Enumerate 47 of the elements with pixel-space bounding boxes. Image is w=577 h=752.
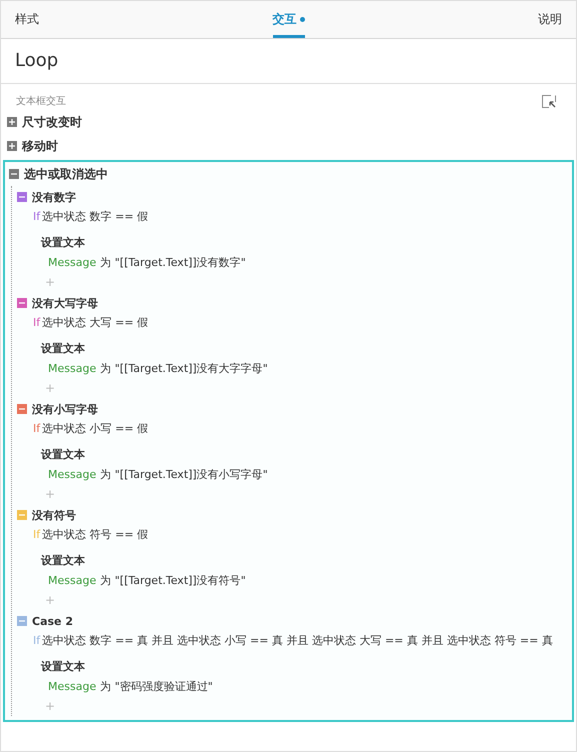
target-name: Message — [48, 361, 96, 377]
if-keyword: If — [33, 209, 40, 225]
action-detail: 为 "[[Target.Text]]没有符号" — [100, 573, 246, 589]
case-name[interactable]: 没有符号 — [32, 508, 76, 522]
tab[interactable]: 说明 — [538, 1, 562, 38]
condition-text: 选中状态 大写 == 假 — [42, 315, 148, 331]
if-keyword: If — [33, 527, 40, 543]
action-detail: 为 "[[Target.Text]]没有数字" — [100, 255, 246, 271]
tab[interactable]: 样式 — [15, 1, 39, 38]
expand-icon[interactable] — [7, 141, 17, 151]
action-title[interactable]: 设置文本 — [17, 340, 572, 358]
action-detail: 为 "[[Target.Text]]没有小写字母" — [100, 467, 268, 483]
collapse-icon[interactable] — [17, 192, 27, 202]
collapse-icon[interactable] — [17, 404, 27, 414]
event-label[interactable]: 选中或取消选中 — [24, 166, 108, 182]
action-title[interactable]: 设置文本 — [17, 552, 572, 570]
event-label[interactable]: 移动时 — [22, 138, 58, 154]
action-title[interactable]: 设置文本 — [17, 446, 572, 464]
condition-text: 选中状态 数字 == 假 — [42, 209, 148, 225]
if-keyword: If — [33, 315, 40, 331]
section-label: 文本框交互 — [16, 94, 66, 108]
action-title[interactable]: 设置文本 — [17, 234, 572, 252]
condition-text: 选中状态 符号 == 假 — [42, 527, 148, 543]
expand-icon[interactable] — [7, 117, 17, 127]
target-name: Message — [48, 255, 96, 271]
if-keyword: If — [33, 421, 40, 437]
collapse-icon[interactable] — [17, 616, 27, 626]
action-detail: 为 "密码强度验证通过" — [100, 679, 213, 695]
event-label[interactable]: 尺寸改变时 — [22, 114, 82, 130]
widget-name: Loop — [1, 39, 576, 84]
condition-text: 选中状态 小写 == 假 — [42, 421, 148, 437]
case-name[interactable]: 没有数字 — [32, 190, 76, 204]
collapse-icon[interactable] — [9, 169, 19, 179]
case-name[interactable]: Case 2 — [32, 614, 73, 628]
expand-all-icon[interactable] — [542, 94, 556, 108]
target-name: Message — [48, 573, 96, 589]
target-name: Message — [48, 679, 96, 695]
condition-text: 选中状态 数字 == 真 并且 选中状态 小写 == 真 并且 选中状态 大写 == 真 并且 选中状态 符号 == 真 — [42, 633, 553, 649]
target-name: Message — [48, 467, 96, 483]
event-row[interactable]: 尺寸改变时 — [1, 110, 576, 134]
if-keyword: If — [33, 633, 40, 649]
action-title[interactable]: 设置文本 — [17, 658, 572, 676]
case-name[interactable]: 没有小写字母 — [32, 402, 98, 416]
action-detail: 为 "[[Target.Text]]没有大字字母" — [100, 361, 268, 377]
collapse-icon[interactable] — [17, 298, 27, 308]
event-row[interactable]: 移动时 — [1, 134, 576, 158]
case-name[interactable]: 没有大写字母 — [32, 296, 98, 310]
